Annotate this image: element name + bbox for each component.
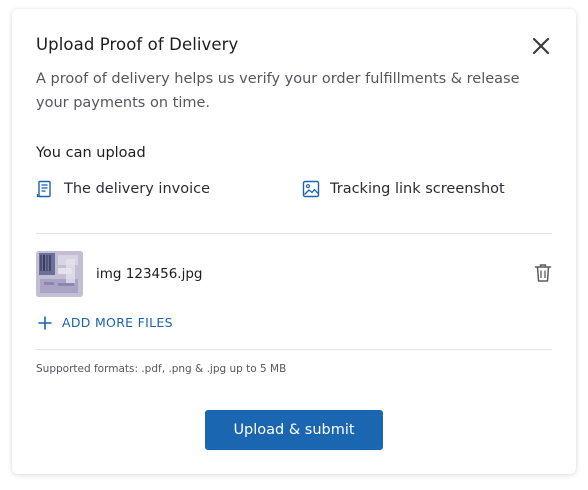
image-thumbnail xyxy=(36,251,83,297)
upload-options-heading: You can upload xyxy=(36,145,146,161)
upload-option-invoice: The delivery invoice xyxy=(36,180,210,198)
uploaded-file-row: img 123456.jpg xyxy=(36,251,552,297)
divider xyxy=(36,233,552,234)
image-icon xyxy=(302,180,320,198)
modal-description: A proof of delivery helps us verify your… xyxy=(36,71,520,111)
close-icon[interactable] xyxy=(532,37,550,55)
plus-icon xyxy=(38,315,52,330)
modal-title: Upload Proof of Delivery xyxy=(36,35,239,54)
upload-option-screenshot: Tracking link screenshot xyxy=(302,180,505,198)
supported-formats-text: Supported formats: .pdf, .png & .jpg up … xyxy=(36,363,287,375)
upload-option-label: The delivery invoice xyxy=(64,181,211,197)
upload-option-label: Tracking link screenshot xyxy=(330,181,505,197)
add-more-files-button[interactable]: ADD MORE FILES xyxy=(38,315,173,330)
add-more-files-label: ADD MORE FILES xyxy=(62,315,173,330)
invoice-icon xyxy=(36,180,51,198)
file-name: img 123456.jpg xyxy=(96,266,203,282)
trash-icon[interactable] xyxy=(534,263,552,283)
upload-submit-button[interactable]: Upload & submit xyxy=(205,410,383,450)
divider xyxy=(36,349,552,350)
upload-proof-modal: Upload Proof of Delivery A proof of deli… xyxy=(12,9,576,474)
